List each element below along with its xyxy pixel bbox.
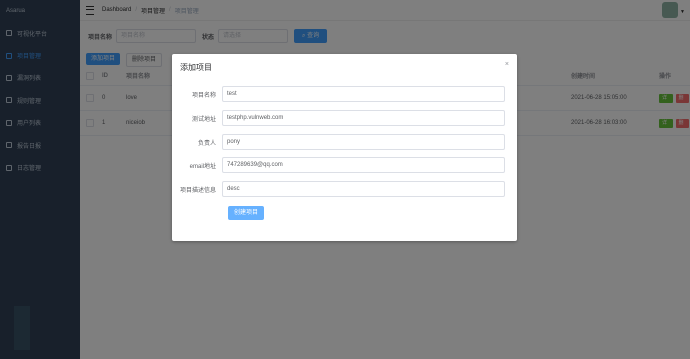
- close-icon[interactable]: ×: [505, 61, 509, 68]
- form-row-url: 测试地址 testphp.vulnweb.com: [172, 110, 517, 126]
- field-label-email: email地址: [189, 163, 216, 170]
- description-input[interactable]: desc: [222, 181, 505, 197]
- form-row-owner: 负责人 pony: [172, 134, 517, 150]
- form-row-desc: 项目描述信息 desc: [172, 181, 517, 197]
- field-label-desc: 项目描述信息: [179, 187, 216, 194]
- project-name-input[interactable]: test: [222, 86, 505, 102]
- email-field[interactable]: 747289639@qq.com: [222, 157, 505, 173]
- field-label-url: 测试地址: [191, 116, 216, 123]
- field-label-name: 项目名称: [191, 92, 216, 99]
- form-row-email: email地址 747289639@qq.com: [172, 157, 517, 173]
- create-project-button[interactable]: 创建项目: [228, 206, 265, 220]
- owner-input[interactable]: pony: [222, 134, 505, 150]
- dialog-title: 添加项目: [180, 63, 212, 72]
- field-label-owner: 负责人: [197, 140, 216, 147]
- add-project-dialog: 添加项目 × 项目名称 test 测试地址 testphp.vulnweb.co…: [172, 54, 517, 241]
- test-url-input[interactable]: testphp.vulnweb.com: [222, 110, 505, 126]
- form-row-name: 项目名称 test: [172, 86, 517, 102]
